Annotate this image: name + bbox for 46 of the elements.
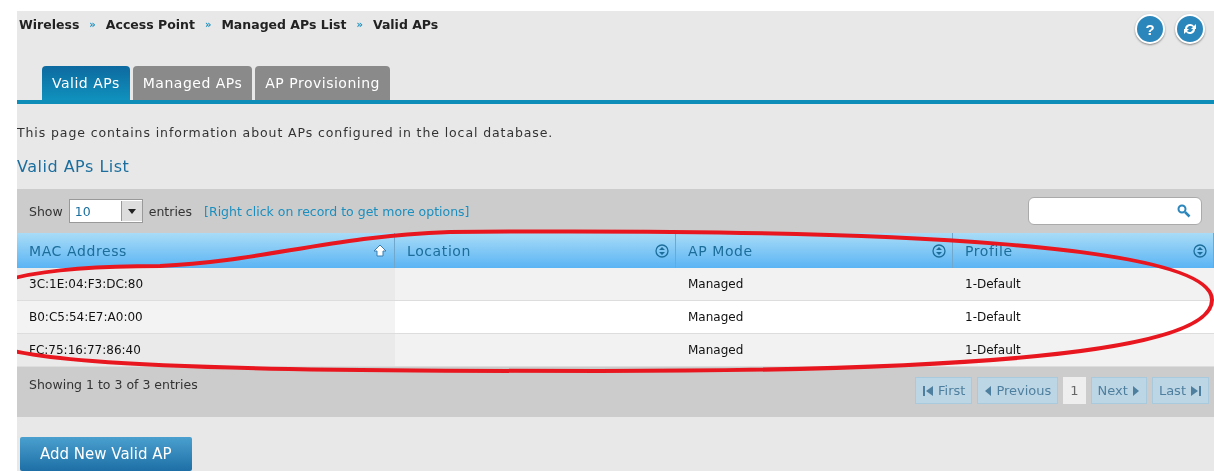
first-page-icon — [922, 383, 934, 398]
column-header[interactable]: Profile — [953, 233, 1214, 268]
breadcrumb-item[interactable]: Access Point — [105, 17, 195, 32]
entries-label: entries — [148, 203, 193, 219]
refresh-button[interactable] — [1175, 14, 1205, 44]
help-button[interactable]: ? — [1135, 14, 1165, 44]
breadcrumb-item[interactable]: Managed APs List — [221, 17, 347, 32]
table-info: Showing 1 to 3 of 3 entries — [29, 377, 198, 392]
right-arrow-icon — [1131, 383, 1140, 398]
refresh-icon — [1182, 21, 1198, 37]
last-page-icon — [1190, 383, 1202, 398]
page-size-select[interactable]: 10 — [68, 199, 143, 223]
section-title: Valid APs List — [17, 157, 131, 176]
table-cell: 1-Default — [953, 334, 1214, 367]
breadcrumb-item: Valid APs — [372, 17, 439, 32]
breadcrumb-separator: » — [356, 19, 363, 30]
column-header[interactable]: MAC Address — [17, 233, 395, 268]
hint-text: [Right click on record to get more options] — [204, 203, 470, 219]
table-cell: 3C:1E:04:F3:DC:80 — [17, 268, 395, 301]
caret-icon — [120, 201, 142, 221]
page-number-button[interactable]: 1 — [1063, 377, 1086, 404]
column-header[interactable]: AP Mode — [676, 233, 953, 268]
show-label: Show — [29, 203, 63, 219]
sort-up-icon[interactable] — [372, 242, 388, 259]
table-cell: 1-Default — [953, 268, 1214, 301]
table-cell: FC:75:16:77:86:40 — [17, 334, 395, 367]
add-valid-ap-button[interactable]: Add New Valid AP — [20, 437, 192, 471]
table-cell: 1-Default — [953, 301, 1214, 334]
search-icon — [1177, 204, 1191, 218]
page-description: This page contains information about APs configured in the local database. — [17, 125, 555, 140]
breadcrumb-separator: » — [204, 19, 212, 30]
breadcrumb-separator: » — [89, 19, 96, 30]
table-cell: Managed — [676, 268, 953, 301]
search-field[interactable] — [1028, 197, 1202, 225]
column-header[interactable]: Location — [395, 233, 676, 268]
table-cell: Managed — [676, 334, 953, 367]
sort-icon[interactable] — [1193, 243, 1207, 258]
sort-icon[interactable] — [655, 243, 669, 258]
breadcrumb-item[interactable]: Wireless — [19, 17, 80, 32]
tab[interactable]: AP Provisioning — [255, 66, 390, 100]
table-cell: Managed — [676, 301, 953, 334]
tab[interactable]: Valid APs — [42, 66, 130, 100]
table-cell: B0:C5:54:E7:A0:00 — [17, 301, 395, 334]
tab[interactable]: Managed APs — [132, 66, 253, 100]
sort-icon[interactable] — [932, 243, 946, 258]
left-arrow-icon — [984, 383, 993, 398]
